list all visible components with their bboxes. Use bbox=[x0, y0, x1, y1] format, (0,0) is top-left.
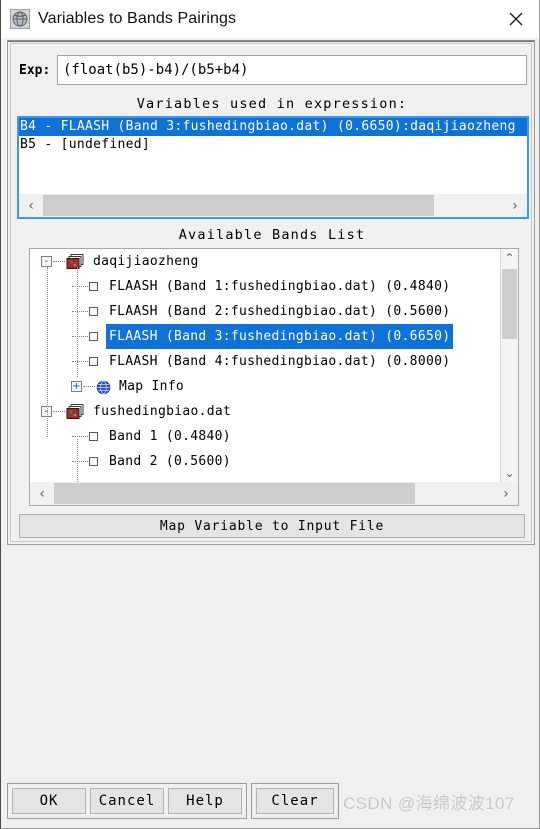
window-title: Variables to Bands Pairings bbox=[38, 10, 237, 27]
checkbox-icon[interactable] bbox=[89, 332, 98, 341]
variables-hscroll-thumb[interactable] bbox=[43, 195, 434, 216]
main-panel: Exp: (float(b5)-b4)/(b5+b4) Variables us… bbox=[7, 40, 535, 545]
tree-node-group[interactable]: - fushedingbiao.dat bbox=[30, 399, 500, 424]
variables-list-box[interactable]: B4 - FLAASH (Band 3:fushedingbiao.dat) (… bbox=[17, 116, 529, 219]
secondary-button-group: Clear bbox=[251, 783, 339, 819]
tree-connector bbox=[72, 310, 88, 313]
tree-node-label: Band 2 (0.5600) bbox=[109, 454, 231, 469]
tree-node-label: FLAASH (Band 2:fushedingbiao.dat) (0.560… bbox=[109, 304, 451, 319]
close-icon[interactable] bbox=[493, 0, 539, 38]
variables-hscroll-track[interactable] bbox=[43, 194, 503, 217]
bands-tree[interactable]: - daqijiaozheng FLAASH (Band 1:fusheding… bbox=[30, 249, 500, 482]
checkbox-icon[interactable] bbox=[89, 282, 98, 291]
cancel-button[interactable]: Cancel bbox=[90, 788, 164, 814]
scroll-left-icon[interactable]: ‹ bbox=[19, 194, 43, 217]
tree-node-band[interactable]: Band 2 (0.5600) bbox=[30, 449, 500, 474]
tree-node-band[interactable]: FLAASH (Band 2:fushedingbiao.dat) (0.560… bbox=[30, 299, 500, 324]
button-bar: OK Cancel Help Clear bbox=[7, 783, 339, 819]
tree-node-band[interactable]: FLAASH (Band 4:fushedingbiao.dat) (0.800… bbox=[30, 349, 500, 374]
tree-node-band-selected[interactable]: FLAASH (Band 3:fushedingbiao.dat) (0.665… bbox=[30, 324, 500, 349]
scroll-up-icon[interactable]: ⌃ bbox=[501, 249, 518, 267]
expand-toggle-icon[interactable]: + bbox=[71, 381, 82, 392]
list-item[interactable]: B5 - [undefined] bbox=[19, 136, 527, 154]
tree-node-label: FLAASH (Band 4:fushedingbiao.dat) (0.800… bbox=[109, 354, 451, 369]
primary-button-group: OK Cancel Help bbox=[7, 783, 247, 819]
main-panel-inner-border: Exp: (float(b5)-b4)/(b5+b4) Variables us… bbox=[10, 43, 532, 542]
watermark-text: CSDN @海绵波波107 bbox=[343, 794, 515, 813]
checkbox-icon[interactable] bbox=[89, 357, 98, 366]
help-button[interactable]: Help bbox=[168, 788, 242, 814]
variables-section-title: Variables used in expression: bbox=[136, 96, 408, 112]
scroll-left-icon[interactable]: ‹ bbox=[30, 482, 54, 505]
tree-guide-line bbox=[77, 439, 79, 482]
expression-label: Exp: bbox=[19, 62, 51, 78]
envi-globe-icon bbox=[10, 9, 30, 29]
tree-guide-line bbox=[47, 267, 49, 437]
expression-row: Exp: (float(b5)-b4)/(b5+b4) bbox=[19, 54, 527, 86]
tree-connector bbox=[72, 335, 88, 338]
tree-node-group[interactable]: - daqijiaozheng bbox=[30, 249, 500, 274]
tree-node-label: FLAASH (Band 1:fushedingbiao.dat) (0.484… bbox=[109, 279, 451, 294]
list-item[interactable]: B4 - FLAASH (Band 3:fushedingbiao.dat) (… bbox=[19, 118, 527, 136]
tree-node-label: Map Info bbox=[119, 379, 185, 394]
expression-input[interactable]: (float(b5)-b4)/(b5+b4) bbox=[57, 55, 527, 85]
tree-connector bbox=[53, 260, 65, 263]
bands-hscrollbar[interactable]: ‹ › bbox=[30, 482, 518, 505]
bands-section-title: Available Bands List bbox=[178, 227, 366, 243]
tree-connector bbox=[72, 285, 88, 288]
available-bands-box[interactable]: - daqijiaozheng FLAASH (Band 1:fusheding… bbox=[29, 248, 519, 506]
scroll-right-icon[interactable]: › bbox=[494, 482, 518, 505]
map-globe-icon bbox=[96, 379, 111, 395]
tree-node-band[interactable]: Band 1 (0.4840) bbox=[30, 424, 500, 449]
bands-hscroll-track[interactable] bbox=[54, 482, 494, 505]
checkbox-icon[interactable] bbox=[89, 432, 98, 441]
clear-button[interactable]: Clear bbox=[256, 788, 334, 814]
image-stack-icon bbox=[66, 253, 84, 270]
tree-guide-line bbox=[77, 267, 79, 377]
variables-hscrollbar[interactable]: ‹ › bbox=[19, 194, 527, 217]
dialog-window: Variables to Bands Pairings Exp: (float(… bbox=[0, 0, 540, 829]
collapse-toggle-icon[interactable]: - bbox=[41, 256, 52, 267]
scroll-right-icon[interactable]: › bbox=[503, 194, 527, 217]
tree-connector bbox=[72, 360, 88, 363]
tree-node-label: FLAASH (Band 3:fushedingbiao.dat) (0.665… bbox=[106, 324, 454, 349]
bands-hscroll-thumb[interactable] bbox=[54, 483, 415, 504]
tree-node-map-info[interactable]: + Map Info bbox=[30, 374, 500, 399]
ok-button[interactable]: OK bbox=[12, 788, 86, 814]
variables-list[interactable]: B4 - FLAASH (Band 3:fushedingbiao.dat) (… bbox=[19, 118, 527, 193]
checkbox-icon[interactable] bbox=[89, 457, 98, 466]
tree-connector bbox=[72, 435, 88, 438]
tree-connector bbox=[83, 385, 95, 388]
tree-connector bbox=[72, 460, 88, 463]
tree-node-label: Band 1 (0.4840) bbox=[109, 429, 231, 444]
bands-vscroll-thumb[interactable] bbox=[502, 269, 517, 339]
tree-node-band[interactable]: FLAASH (Band 1:fushedingbiao.dat) (0.484… bbox=[30, 274, 500, 299]
tree-connector bbox=[53, 410, 65, 413]
title-bar: Variables to Bands Pairings bbox=[1, 0, 539, 38]
map-variable-to-input-file-button[interactable]: Map Variable to Input File bbox=[19, 514, 525, 538]
bands-vscrollbar[interactable]: ⌃ ⌄ bbox=[500, 249, 518, 482]
image-stack-icon bbox=[66, 403, 84, 420]
scroll-down-icon[interactable]: ⌄ bbox=[501, 464, 518, 482]
tree-node-label: fushedingbiao.dat bbox=[93, 404, 232, 419]
tree-node-label: daqijiaozheng bbox=[93, 254, 199, 269]
checkbox-icon[interactable] bbox=[89, 307, 98, 316]
